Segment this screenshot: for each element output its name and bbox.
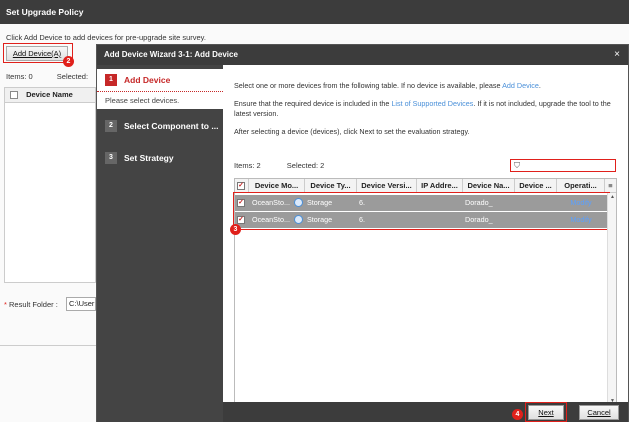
step-add-device[interactable]: 1 Add Device: [97, 69, 223, 91]
outer-selected-count: Selected:: [56, 72, 89, 81]
wizard-title: Add Device Wizard 3-1: Add Device: [97, 45, 628, 65]
filter-input[interactable]: ⛉: [510, 159, 616, 172]
wizard-steps-panel: 1 Add Device Please select devices. 2 Sele…: [97, 65, 223, 422]
table-scrollbar[interactable]: ▲ ▼: [607, 193, 616, 405]
wizard-footer: Next 4 Cancel: [223, 402, 628, 422]
outer-device-table: [4, 103, 96, 283]
column-ip-address[interactable]: IP Addre...: [417, 179, 463, 193]
step-number-1: 1: [105, 73, 117, 86]
step-select-component[interactable]: 2 Select Component to ...: [97, 115, 223, 137]
outer-hint: Click Add Device to add devices for pre-…: [6, 33, 206, 42]
highlight-rows: [233, 192, 610, 230]
column-device-type[interactable]: Device Ty...: [305, 179, 357, 193]
wizard-counts: Items: 2 Selected: 2: [234, 161, 348, 170]
column-device[interactable]: Device ...: [515, 179, 557, 193]
instruction-2: Ensure that the required device is inclu…: [234, 99, 611, 118]
step-set-strategy[interactable]: 3 Set Strategy: [97, 147, 223, 169]
step-number-2: 2: [105, 119, 117, 132]
add-device-wizard: Add Device Wizard 3-1: Add Device × 1 Add…: [96, 44, 629, 422]
column-operation[interactable]: Operati...: [557, 179, 605, 193]
highlight-next: [525, 402, 567, 422]
close-icon[interactable]: ×: [612, 50, 622, 60]
wizard-items-count: Items: 2: [234, 161, 261, 170]
wizard-selected-count: Selected: 2: [286, 161, 325, 170]
result-folder-label: * Result Folder :: [4, 300, 58, 309]
column-chooser-icon[interactable]: ≡: [605, 179, 616, 193]
step-label-3: Set Strategy: [124, 153, 174, 163]
header-checkbox-cell: ✓: [235, 179, 249, 193]
instruction-3: After selecting a device (devices), clic…: [234, 127, 470, 136]
cancel-button[interactable]: Cancel: [579, 405, 619, 420]
outer-items-row: Items: 0 Selected:: [6, 72, 110, 81]
step-number-3: 3: [105, 151, 117, 164]
result-folder-input[interactable]: C:\User: [66, 297, 96, 311]
device-table: ✓ Device Mo... Device Ty... Device Versi…: [230, 178, 617, 406]
wizard-content: Select one or more devices from the foll…: [223, 65, 628, 422]
outer-select-all-checkbox[interactable]: [10, 91, 18, 100]
select-all-checkbox[interactable]: ✓: [237, 182, 245, 190]
instruction-1: Select one or more devices from the foll…: [234, 81, 541, 90]
step-subtitle: Please select devices.: [97, 91, 223, 109]
supported-devices-link[interactable]: List of Supported Devices: [391, 99, 473, 108]
marker-4: 4: [512, 409, 523, 420]
outer-items-count: Items: 0: [6, 72, 33, 81]
add-device-link[interactable]: Add Device: [502, 81, 539, 90]
marker-2: 2: [63, 56, 74, 67]
filter-icon[interactable]: ⛉: [514, 161, 520, 171]
scroll-up-icon[interactable]: ▲: [609, 194, 616, 200]
step-label-1: Add Device: [124, 75, 171, 85]
marker-3: 3: [230, 224, 241, 235]
step-label-2: Select Component to ...: [124, 121, 219, 131]
column-device-model[interactable]: Device Mo...: [249, 179, 305, 193]
column-device-name[interactable]: Device Na...: [463, 179, 515, 193]
column-device-name[interactable]: Device Name: [26, 90, 73, 99]
device-table-header: ✓ Device Mo... Device Ty... Device Versi…: [235, 179, 616, 193]
window-title: Set Upgrade Policy: [0, 0, 629, 24]
outer-table-header: Device Name: [4, 87, 96, 103]
outer-divider: [0, 345, 96, 346]
column-device-version[interactable]: Device Versi...: [357, 179, 417, 193]
